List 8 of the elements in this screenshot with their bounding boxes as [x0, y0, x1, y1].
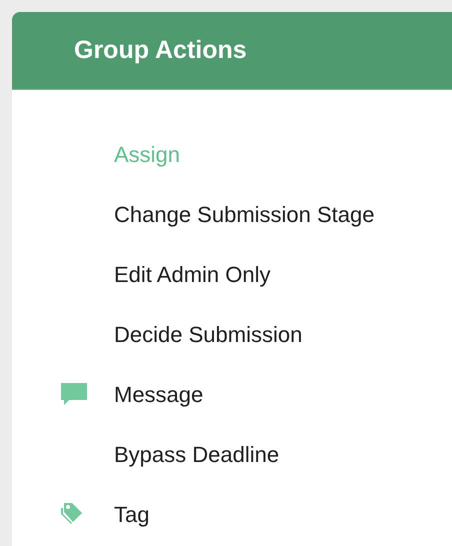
action-link[interactable]: Edit Admin Only	[114, 258, 271, 290]
panel-title: Group Actions	[74, 34, 247, 66]
action-link[interactable]: Change Submission Stage	[114, 198, 374, 230]
action-link[interactable]: Tag	[114, 498, 150, 530]
action-link[interactable]: Bypass Deadline	[114, 438, 280, 470]
speech-bubble-icon	[60, 382, 88, 406]
action-link[interactable]: Decide Submission	[114, 318, 302, 350]
action-link[interactable]: Message	[114, 378, 204, 410]
